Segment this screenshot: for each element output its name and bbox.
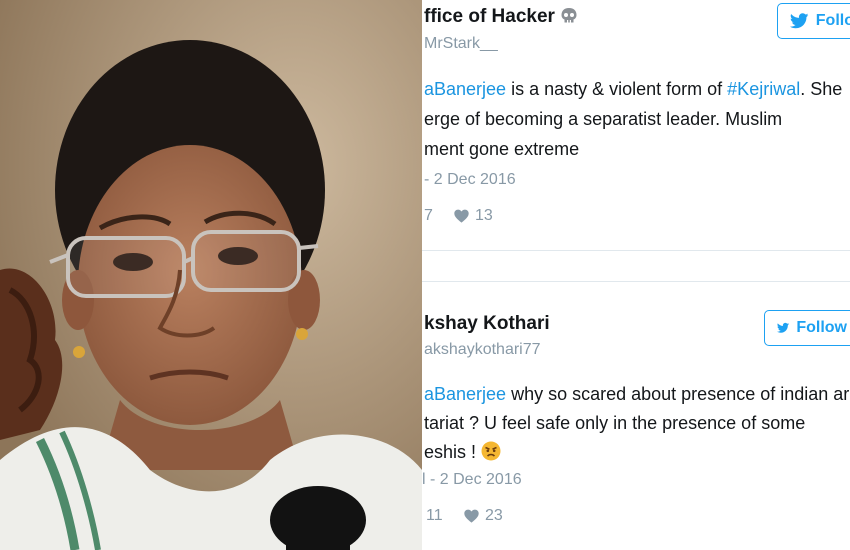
heart-icon: [464, 509, 479, 523]
tweet-text-line: aBanerjee why so scared about presence o…: [424, 384, 850, 404]
tweet-author-name[interactable]: ffice of Hacker: [424, 6, 578, 28]
tweet-feed: ffice of Hacker MrStark__ Follo aBanerje…: [422, 0, 850, 550]
like-button[interactable]: 23: [464, 507, 503, 525]
tweet-author-handle[interactable]: akshaykothari77: [424, 341, 541, 359]
follow-button[interactable]: Follo: [777, 3, 850, 39]
tweet-divider: [422, 250, 850, 251]
tweet-timestamp[interactable]: - 2 Dec 2016: [424, 171, 516, 189]
mention-link[interactable]: aBanerjee: [424, 384, 506, 404]
follow-button[interactable]: Follow: [764, 310, 850, 346]
tweet-text-line: tariat ? U feel safe only in the presenc…: [424, 413, 806, 433]
tweet-author-handle[interactable]: MrStark__: [424, 35, 498, 53]
tweet-author-name[interactable]: kshay Kothari: [424, 313, 550, 335]
twitter-bird-icon: [790, 13, 809, 29]
tweet-text-line: ment gone extreme: [424, 139, 580, 159]
hashtag-link[interactable]: #Kejriwal: [727, 79, 800, 99]
twitter-bird-icon: [777, 322, 790, 333]
mention-link[interactable]: aBanerjee: [424, 79, 506, 99]
like-button[interactable]: 13: [454, 207, 493, 225]
tweet-timestamp[interactable]: l - 2 Dec 2016: [422, 471, 522, 489]
tweet-text-line: erge of becoming a separatist leader. Mu…: [424, 109, 783, 129]
skull-icon: [561, 8, 577, 23]
tweet-text-line: aBanerjee is a nasty & violent form of #…: [424, 79, 843, 99]
angry-face-icon: [481, 441, 501, 461]
tweet-divider: [422, 281, 850, 282]
portrait-illustration: [0, 0, 422, 550]
news-photo: [0, 0, 422, 550]
heart-icon: [454, 209, 469, 223]
retweet-count[interactable]: 7: [424, 207, 433, 225]
retweet-count[interactable]: 11: [426, 507, 443, 525]
tweet-text-line: eshis !: [424, 441, 501, 463]
